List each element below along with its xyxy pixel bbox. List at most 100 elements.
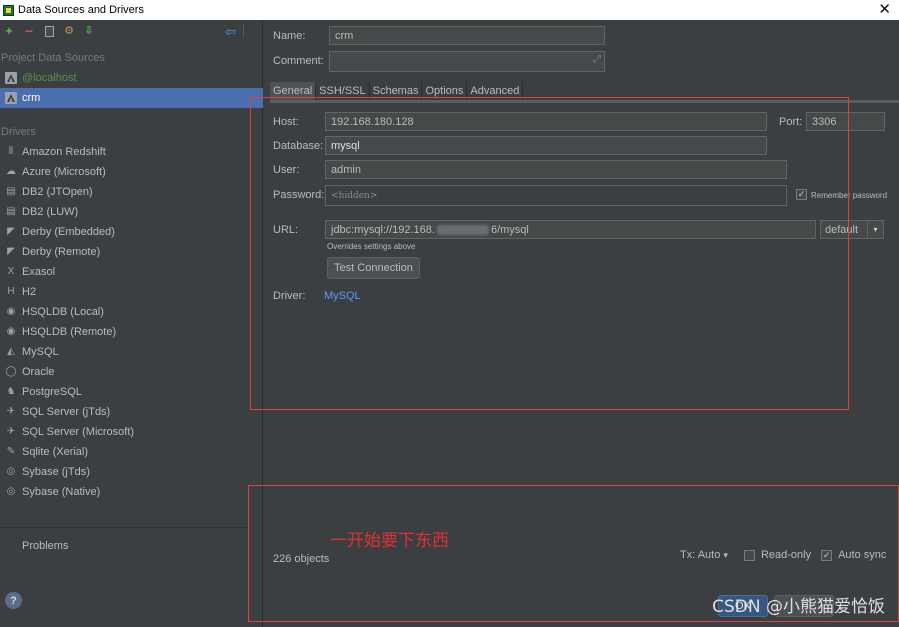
sybase-icon: ◎ [6,486,16,497]
driver-label: PostgreSQL [22,386,82,398]
divider [0,527,248,528]
window-title: Data Sources and Drivers [18,4,144,16]
auto-sync-checkbox[interactable]: ✓ [821,549,833,561]
comment-field[interactable]: ⤢ [329,51,605,72]
port-label: Port: [779,116,803,128]
driver-label: Driver: [273,290,306,302]
hat-icon: ◤ [7,246,15,257]
driver-item[interactable]: ◭ MySQL [0,342,262,362]
data-source-label: @localhost [22,72,77,84]
driver-label: DB2 (LUW) [22,206,79,218]
tab-general[interactable]: General [270,82,317,100]
driver-item[interactable]: ◉ HSQLDB (Remote) [0,322,262,342]
help-icon[interactable]: ? [5,592,22,609]
driver-label: Exasol [22,266,56,278]
remember-password-checkbox[interactable]: ✓ [796,189,807,200]
tab-advanced[interactable]: Advanced [467,82,524,100]
host-field-value: 192.168.180.128 [331,115,414,128]
host-field[interactable]: 192.168.180.128 [325,112,767,131]
driver-item[interactable]: ◤ Derby (Remote) [0,242,262,262]
auto-sync-label: Auto sync [838,549,887,561]
port-field[interactable]: 3306 [806,112,885,131]
driver-item[interactable]: ✈ SQL Server (jTds) [0,402,262,422]
import-icon[interactable]: ⇩ [82,24,96,38]
driver-item[interactable]: H H2 [0,282,262,302]
sidebar: + − ⚙ ⇩ ⇦ Project Data Sources @localhos… [0,20,263,627]
password-field[interactable]: <hidden> [325,185,787,206]
back-arrow-icon[interactable]: ⇦ [225,24,236,40]
sidebar-toolbar: + − ⚙ ⇩ ⇦ [0,20,262,42]
project-data-sources-label: Project Data Sources [1,52,105,64]
driver-item[interactable]: ✎ Sqlite (Xerial) [0,442,262,462]
driver-item[interactable]: ⫴ Amazon Redshift [0,142,262,162]
duplicate-icon[interactable] [42,24,56,38]
feather-icon: ✎ [6,446,16,457]
name-field[interactable]: crm [329,26,605,45]
mysql-datasource-icon [5,92,17,104]
read-only-checkbox[interactable] [743,549,755,561]
driver-label: SQL Server (Microsoft) [22,426,135,438]
name-field-value: crm [335,29,354,42]
database-field-value: mysql [331,139,360,152]
tab-options[interactable]: Options [422,82,468,100]
url-mode-select[interactable]: default ▾ [820,220,884,239]
driver-item[interactable]: ☁ Azure (Microsoft) [0,162,262,182]
data-source-item-localhost[interactable]: @localhost [0,68,262,88]
settings-tabs: General SSH/SSL Schemas Options Advanced [270,82,524,100]
driver-item[interactable]: ◤ Derby (Embedded) [0,222,262,242]
driver-label: Sqlite (Xerial) [22,446,89,458]
db2-icon: ▤ [6,186,16,197]
name-label: Name: [273,30,306,42]
comment-label: Comment: [273,55,324,67]
driver-item[interactable]: ◯ Oracle [0,362,262,382]
driver-label: Sybase (Native) [22,486,101,498]
user-label: User: [273,164,300,176]
driver-label: Azure (Microsoft) [22,166,106,178]
add-icon[interactable]: + [2,24,16,38]
expand-icon[interactable]: ⤢ [593,54,601,65]
password-placeholder: <hidden> [331,190,378,201]
properties-icon[interactable]: ⚙ [62,24,76,38]
watermark: CSDN @小熊猫爱恰饭 [712,597,885,617]
problems-item[interactable]: Problems [22,540,68,552]
data-source-item-crm[interactable]: crm [0,88,263,108]
database-field[interactable]: mysql [325,136,767,155]
driver-item[interactable]: ◎ Sybase (Native) [0,482,262,502]
objects-count: 226 objects [273,553,330,565]
password-label: Password: [273,189,325,201]
driver-item[interactable]: ▤ DB2 (JTOpen) [0,182,262,202]
user-field[interactable]: admin [325,160,787,179]
driver-item[interactable]: X Exasol [0,262,262,282]
app-logo-icon [3,4,14,16]
db2-icon: ▤ [6,206,16,217]
close-icon[interactable]: ✕ [878,1,891,18]
driver-label: HSQLDB (Remote) [22,326,117,338]
driver-label: SQL Server (jTds) [22,406,111,418]
annotation-text: 一开始要下东西 [330,531,449,551]
chevron-down-icon: ▾ [723,550,728,560]
h2-icon: H [7,286,15,297]
url-field-value-tail: 6/mysql [490,223,529,236]
sybase-icon: ◎ [6,466,16,477]
drivers-section-label: Drivers [1,126,36,138]
toolbar-divider [243,25,244,37]
url-field[interactable]: jdbc:mysql://192.168. 6/mysql [325,220,816,239]
driver-item[interactable]: ▤ DB2 (LUW) [0,202,262,222]
data-source-label: crm [22,92,41,104]
tab-schemas[interactable]: Schemas [370,82,423,100]
driver-item[interactable]: ♞ PostgreSQL [0,382,262,402]
tx-auto-dropdown[interactable]: Tx: Auto ▾ [680,549,728,561]
window-titlebar: Data Sources and Drivers ✕ [0,0,899,20]
driver-link[interactable]: MySQL [324,290,361,302]
driver-item[interactable]: ✈ SQL Server (Microsoft) [0,422,262,442]
oracle-icon: ◯ [5,366,17,377]
driver-label: DB2 (JTOpen) [22,186,93,198]
driver-item[interactable]: ◉ HSQLDB (Local) [0,302,262,322]
driver-item[interactable]: ◎ Sybase (jTds) [0,462,262,482]
mysql-icon: ◭ [7,346,15,357]
sqlserver-icon: ✈ [6,426,16,437]
driver-label: Derby (Embedded) [22,226,115,238]
test-connection-button[interactable]: Test Connection [327,257,420,279]
tab-ssh-ssl[interactable]: SSH/SSL [316,82,370,100]
remove-icon[interactable]: − [22,24,36,38]
